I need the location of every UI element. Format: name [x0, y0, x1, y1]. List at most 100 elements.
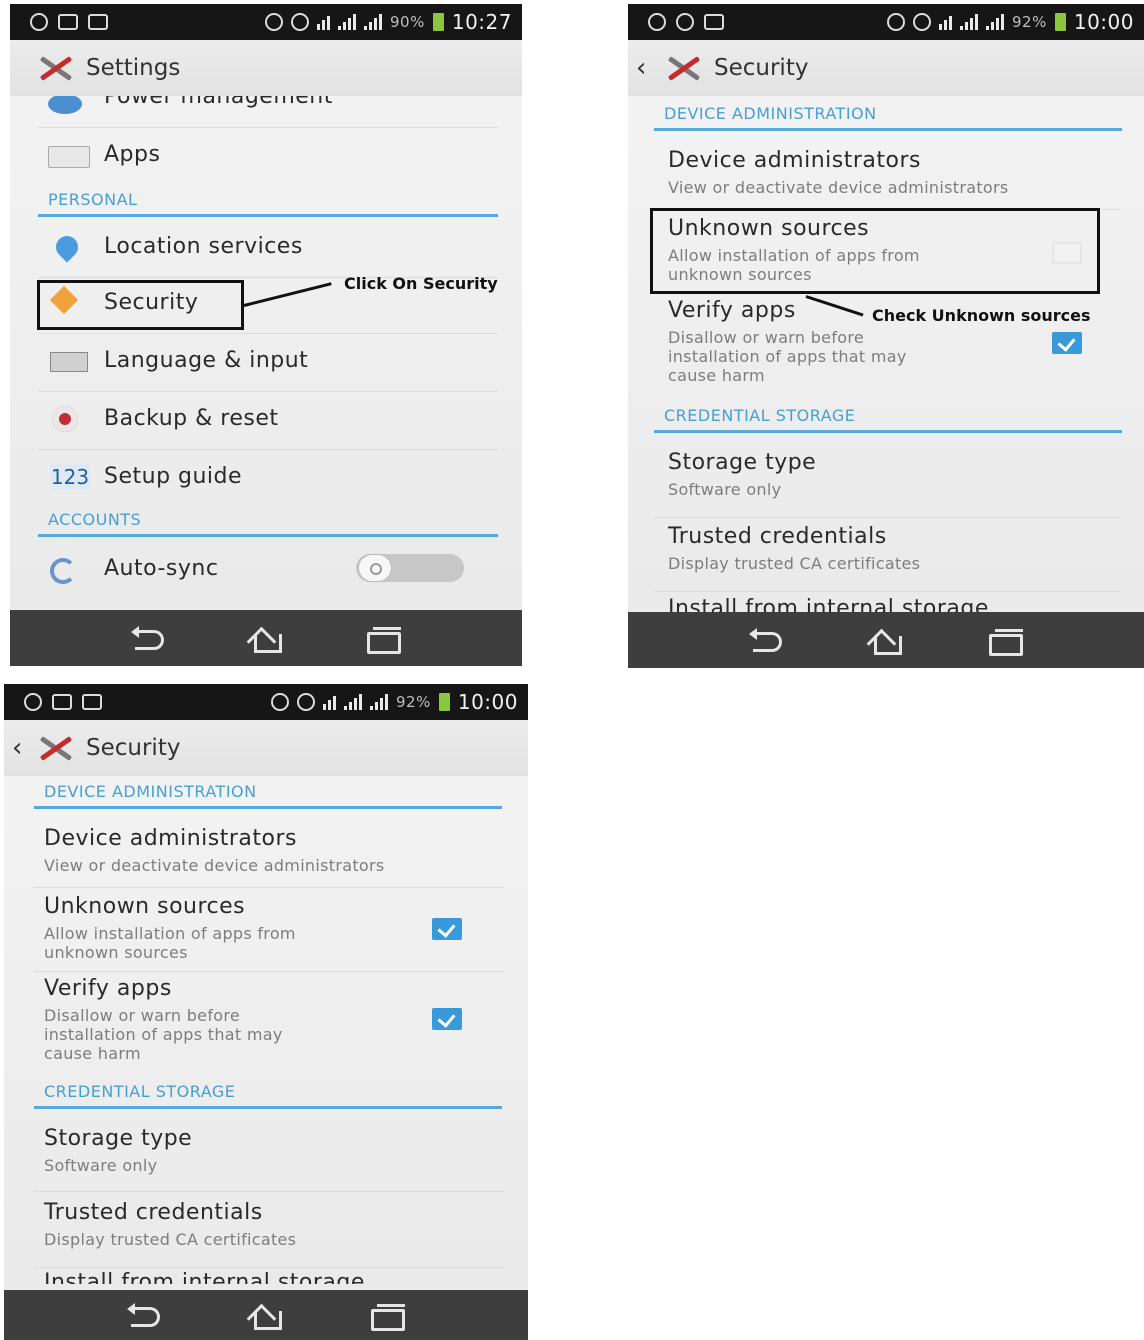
- verify-apps-checkbox[interactable]: [1052, 332, 1082, 354]
- settings-item-label: Language & input: [104, 348, 309, 373]
- alarm-icon: [297, 693, 316, 711]
- back-arrow-icon[interactable]: ‹: [636, 53, 650, 83]
- setting-install-from-storage[interactable]: Install from internal storage: [628, 592, 1144, 612]
- message-icon: [88, 14, 108, 30]
- apps-icon: [48, 146, 90, 168]
- settings-item-location[interactable]: Location services: [10, 222, 522, 278]
- setting-subtitle: View or deactivate device administrators: [44, 856, 385, 875]
- setting-title: Unknown sources: [44, 894, 246, 919]
- page-title: Settings: [86, 55, 181, 81]
- message-icon: [82, 694, 102, 710]
- setting-unknown-sources[interactable]: Unknown sources Allow installation of ap…: [4, 888, 528, 972]
- setting-storage-type[interactable]: Storage type Software only: [628, 446, 1144, 518]
- phone-settings-screen: 90% 10:27 Settings Power management Apps…: [10, 4, 522, 666]
- setting-title: Trusted credentials: [668, 524, 887, 549]
- setting-storage-type[interactable]: Storage type Software only: [4, 1120, 528, 1192]
- shield-icon: [265, 13, 284, 31]
- setting-subtitle: Display trusted CA certificates: [44, 1230, 297, 1249]
- home-icon[interactable]: [866, 626, 906, 655]
- back-icon[interactable]: [125, 1301, 165, 1329]
- security-list: DEVICE ADMINISTRATION Device administrat…: [628, 96, 1144, 612]
- recent-apps-icon[interactable]: [367, 1301, 407, 1331]
- setting-title: Device administrators: [668, 148, 921, 173]
- back-icon[interactable]: [129, 624, 169, 652]
- unknown-sources-checkbox[interactable]: [432, 918, 462, 940]
- section-header-label: CREDENTIAL STORAGE: [44, 1082, 236, 1101]
- security-list: DEVICE ADMINISTRATION Device administrat…: [4, 776, 528, 1284]
- home-icon[interactable]: [246, 624, 286, 653]
- setting-subtitle: Allow installation of apps from: [44, 924, 296, 943]
- battery-icon: [438, 693, 450, 711]
- setting-device-administrators[interactable]: Device administrators View or deactivate…: [4, 822, 528, 888]
- settings-item-setup-guide[interactable]: 123 Setup guide: [10, 450, 522, 508]
- signal2-icon: [986, 14, 1005, 30]
- notification-icon: [24, 693, 42, 711]
- battery-percent: 92%: [396, 693, 431, 711]
- settings-item-backup[interactable]: Backup & reset: [10, 392, 522, 450]
- section-header-label: DEVICE ADMINISTRATION: [44, 782, 257, 801]
- location-icon: [51, 231, 83, 263]
- recent-apps-icon[interactable]: [363, 624, 403, 654]
- image-icon: [58, 14, 78, 30]
- battery-percent: 90%: [390, 13, 425, 31]
- settings-item-auto-sync[interactable]: Auto-sync: [10, 542, 522, 602]
- setting-subtitle: installation of apps that may: [668, 347, 907, 366]
- power-icon: [48, 96, 82, 114]
- clock: 10:27: [451, 10, 512, 34]
- keyboard-icon: [50, 352, 88, 372]
- signal-icon: [338, 14, 357, 30]
- wifi-icon: [317, 14, 331, 30]
- setting-trusted-credentials[interactable]: Trusted credentials Display trusted CA c…: [628, 518, 1144, 592]
- recent-apps-icon[interactable]: [985, 626, 1025, 656]
- setting-install-from-storage[interactable]: Install from internal storage: [4, 1268, 528, 1284]
- section-header-personal: PERSONAL: [38, 190, 498, 217]
- wifi-icon: [323, 694, 337, 710]
- setting-title: Trusted credentials: [44, 1200, 263, 1225]
- setting-device-administrators[interactable]: Device administrators View or deactivate…: [628, 144, 1144, 210]
- setting-trusted-credentials[interactable]: Trusted credentials Display trusted CA c…: [4, 1192, 528, 1268]
- settings-app-icon: [32, 50, 78, 86]
- setting-title: Storage type: [668, 450, 817, 475]
- section-header-label: PERSONAL: [48, 190, 138, 209]
- back-icon[interactable]: [747, 626, 787, 654]
- section-header-label: ACCOUNTS: [48, 510, 142, 529]
- page-title: Security: [86, 735, 181, 761]
- settings-item-label: Location services: [104, 234, 303, 259]
- signal-icon: [344, 694, 363, 710]
- shield-icon: [887, 13, 906, 31]
- signal2-icon: [370, 694, 389, 710]
- setting-subtitle: Display trusted CA certificates: [668, 554, 921, 573]
- notification-icon: [648, 13, 666, 31]
- setting-title: Storage type: [44, 1126, 193, 1151]
- section-header-credential-storage: CREDENTIAL STORAGE: [34, 1082, 502, 1109]
- phone-security-screen-before: 92% 10:00 ‹ Security DEVICE ADMINISTRATI…: [628, 4, 1144, 668]
- back-arrow-icon[interactable]: ‹: [12, 733, 26, 763]
- settings-app-icon: [660, 50, 706, 86]
- settings-item-power[interactable]: Power management: [10, 96, 522, 128]
- setting-subtitle: cause harm: [44, 1044, 141, 1063]
- shield-icon: [271, 693, 290, 711]
- setting-subtitle: Disallow or warn before: [668, 328, 865, 347]
- section-header-label: DEVICE ADMINISTRATION: [664, 104, 877, 123]
- setting-title: Verify apps: [668, 298, 796, 323]
- signal-icon: [960, 14, 979, 30]
- section-header-device-administration: DEVICE ADMINISTRATION: [34, 782, 502, 809]
- action-bar: ‹ Security: [4, 720, 528, 776]
- home-icon[interactable]: [246, 1301, 286, 1330]
- media-icon: [676, 13, 694, 31]
- settings-item-label: Setup guide: [104, 464, 243, 489]
- section-header-credential-storage: CREDENTIAL STORAGE: [654, 406, 1122, 433]
- setting-subtitle: Disallow or warn before: [44, 1006, 241, 1025]
- verify-apps-checkbox[interactable]: [432, 1008, 462, 1030]
- settings-item-label: Apps: [104, 142, 161, 167]
- alarm-icon: [291, 13, 310, 31]
- clock: 10:00: [1073, 10, 1134, 34]
- status-bar: 92% 10:00: [4, 684, 528, 720]
- status-bar: 90% 10:27: [10, 4, 522, 40]
- settings-item-language[interactable]: Language & input: [10, 334, 522, 392]
- settings-item-apps[interactable]: Apps: [10, 128, 522, 188]
- auto-sync-toggle[interactable]: [356, 554, 464, 582]
- setting-verify-apps[interactable]: Verify apps Disallow or warn before inst…: [4, 972, 528, 1076]
- settings-item-label: Auto-sync: [104, 556, 219, 581]
- setting-title: Device administrators: [44, 826, 297, 851]
